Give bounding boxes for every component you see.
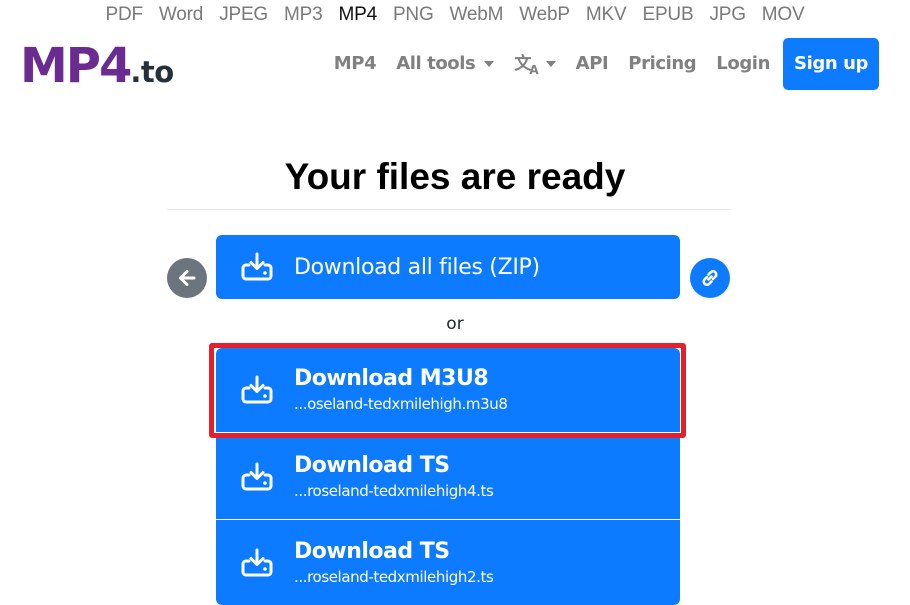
download-icon bbox=[241, 375, 273, 404]
nav-api[interactable]: API bbox=[566, 38, 619, 90]
download-file-button[interactable]: Download TS ...roseland-tedxmilehigh2.ts bbox=[216, 520, 680, 605]
format-link-png[interactable]: PNG bbox=[385, 3, 442, 29]
logo-main: MP4 bbox=[20, 38, 132, 94]
page-title: Your files are ready bbox=[284, 156, 626, 197]
format-link-pdf[interactable]: PDF bbox=[98, 3, 151, 29]
signup-button[interactable]: Sign up bbox=[783, 38, 879, 90]
caret-down-icon bbox=[484, 61, 495, 67]
main-nav: MP4 All tools 文A API Pricing Login Sign … bbox=[324, 38, 879, 90]
nav-mp4[interactable]: MP4 bbox=[324, 38, 386, 90]
format-link-webm[interactable]: WebM bbox=[442, 3, 512, 29]
format-link-mp3[interactable]: MP3 bbox=[276, 3, 330, 29]
download-all-zip-button[interactable]: Download all files (ZIP) bbox=[216, 235, 680, 299]
site-logo[interactable]: MP4 .to bbox=[20, 38, 174, 94]
nav-login[interactable]: Login bbox=[706, 38, 780, 90]
file-name: ...roseland-tedxmilehigh2.ts bbox=[294, 567, 494, 586]
file-name: ...roseland-tedxmilehigh4.ts bbox=[294, 481, 494, 500]
translate-icon: 文A bbox=[514, 53, 538, 77]
logo-tld: .to bbox=[130, 55, 174, 89]
nav-all-tools[interactable]: All tools bbox=[386, 38, 504, 90]
nav-pricing[interactable]: Pricing bbox=[618, 38, 706, 90]
format-link-jpg[interactable]: JPG bbox=[701, 3, 753, 29]
download-icon bbox=[241, 252, 273, 281]
nav-all-tools-label: All tools bbox=[396, 53, 476, 74]
format-bar: PDF Word JPEG MP3 MP4 PNG WebM WebP MKV … bbox=[0, 3, 910, 29]
download-file-button[interactable]: Download M3U8 ...oseland-tedxmilehigh.m3… bbox=[216, 348, 680, 432]
arrow-left-icon bbox=[179, 270, 196, 286]
file-name: ...oseland-tedxmilehigh.m3u8 bbox=[294, 395, 508, 413]
format-link-mp4[interactable]: MP4 bbox=[330, 3, 384, 29]
nav-language[interactable]: 文A bbox=[504, 38, 565, 91]
format-link-mkv[interactable]: MKV bbox=[578, 3, 635, 29]
caret-down-icon bbox=[545, 61, 556, 67]
format-link-word[interactable]: Word bbox=[151, 3, 211, 29]
format-link-webp[interactable]: WebP bbox=[511, 3, 578, 29]
file-title: Download TS bbox=[294, 452, 450, 478]
or-separator: or bbox=[446, 314, 464, 334]
back-button[interactable] bbox=[167, 258, 207, 298]
download-file-button[interactable]: Download TS ...roseland-tedxmilehigh4.ts bbox=[216, 434, 680, 519]
format-link-mov[interactable]: MOV bbox=[754, 3, 813, 29]
file-title: Download M3U8 bbox=[294, 366, 489, 391]
download-all-label: Download all files (ZIP) bbox=[294, 254, 540, 280]
format-link-jpeg[interactable]: JPEG bbox=[211, 3, 276, 29]
title-divider bbox=[167, 209, 731, 210]
download-icon bbox=[241, 548, 273, 576]
link-icon bbox=[702, 270, 718, 286]
download-icon bbox=[241, 462, 273, 490]
format-link-epub[interactable]: EPUB bbox=[634, 3, 701, 29]
file-title: Download TS bbox=[294, 538, 450, 564]
copy-link-button[interactable] bbox=[690, 258, 730, 298]
